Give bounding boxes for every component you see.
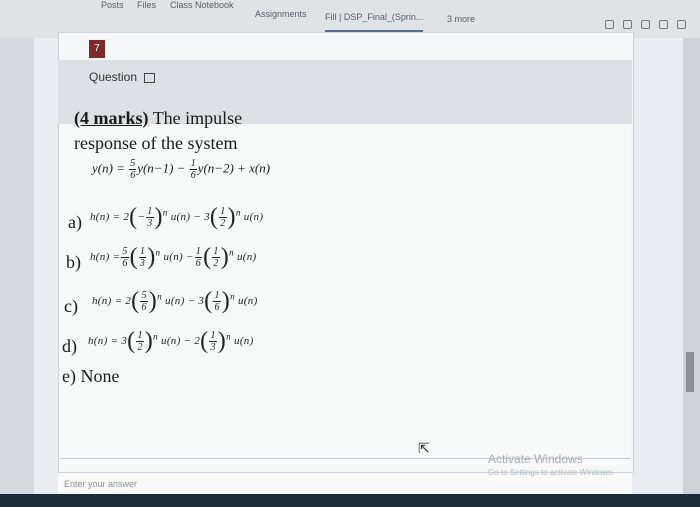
prompt-line-2: response of the system	[74, 133, 238, 153]
activate-windows-title: Activate Windows	[488, 452, 583, 466]
scrollbar-thumb[interactable]	[686, 352, 694, 392]
toolbar-icons	[605, 20, 686, 29]
settings-icon[interactable]	[677, 20, 686, 29]
tab-files[interactable]: Files	[137, 0, 156, 10]
activate-windows-subtitle: Go to Settings to activate Windows.	[488, 468, 615, 477]
option-e-label: e)	[62, 366, 76, 386]
question-label-text: Question	[89, 70, 138, 84]
tab-class-notebook[interactable]: Class Notebook	[170, 0, 234, 10]
option-e-text: None	[80, 366, 120, 386]
question-number-badge: 7	[89, 40, 105, 58]
option-d-label[interactable]: d)	[62, 336, 77, 357]
tab-more[interactable]: 3 more	[447, 14, 475, 24]
question-label: Question	[89, 70, 156, 84]
option-e[interactable]: e) None	[62, 366, 119, 387]
taskbar	[0, 494, 700, 507]
scrollbar[interactable]	[683, 38, 700, 498]
expand-icon[interactable]	[605, 20, 614, 29]
option-b-equation[interactable]: h(n) = 5 6(1 3)n u(n) −1 6(1 2)n u(n)	[90, 244, 257, 271]
screen: Posts Files Class Notebook Assignments F…	[0, 0, 700, 507]
question-prompt: (4 marks) The impulse response of the sy…	[74, 106, 242, 156]
tab-posts[interactable]: Posts	[101, 0, 124, 10]
tab-dsp-final[interactable]: Fill | DSP_Final_(Sprin...	[325, 12, 424, 32]
bookmark-icon[interactable]	[144, 72, 156, 83]
tab-assignments[interactable]: Assignments	[255, 9, 307, 19]
option-c-label[interactable]: c)	[64, 296, 78, 317]
option-c-equation[interactable]: h(n) = 2(5 6)n u(n) − 3(1 6)n u(n)	[92, 288, 258, 315]
option-d-equation[interactable]: h(n) = 3(1 2)n u(n) − 2(1 3)n u(n)	[88, 328, 254, 355]
popout-icon[interactable]	[641, 20, 650, 29]
option-a-label[interactable]: a)	[68, 212, 82, 233]
option-a-equation[interactable]: h(n) = 2(− 1 3)n u(n) − 3(1 2)n u(n)	[90, 204, 263, 231]
marks-label: (4 marks)	[74, 108, 149, 128]
prompt-line-1: The impulse	[152, 108, 243, 128]
chat-icon[interactable]	[623, 20, 632, 29]
mouse-cursor-icon: ⇱	[418, 440, 430, 456]
refresh-icon[interactable]	[659, 20, 668, 29]
option-b-label[interactable]: b)	[66, 252, 81, 273]
answer-placeholder: Enter your answer	[64, 479, 138, 489]
left-rail	[0, 38, 34, 507]
system-equation: y(n) = 5 6 y(n−1) − 1 6 y(n−2) + x(n)	[92, 158, 271, 181]
